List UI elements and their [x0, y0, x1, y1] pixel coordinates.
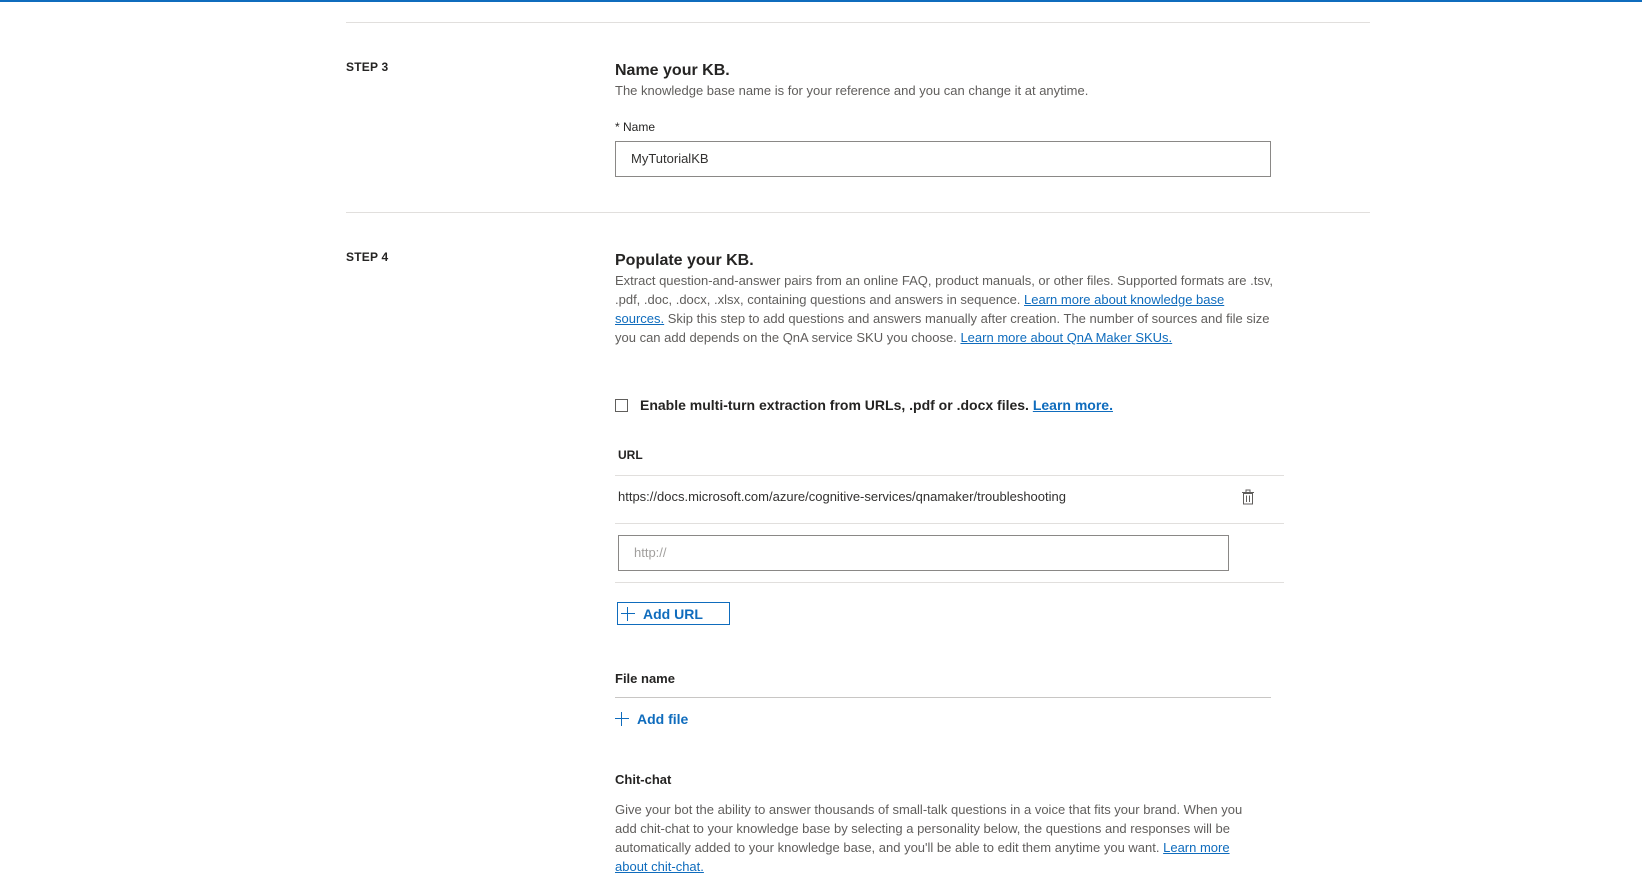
multiturn-label: Enable multi-turn extraction from URLs, … — [640, 397, 1113, 413]
qna-skus-link[interactable]: Learn more about QnA Maker SKUs. — [960, 330, 1172, 345]
add-url-label: Add URL — [643, 605, 703, 622]
name-field-label: * Name — [615, 120, 656, 134]
step3-title: Name your KB. — [615, 62, 730, 79]
add-url-button[interactable]: Add URL — [617, 602, 730, 625]
step4-description: Extract question-and-answer pairs from a… — [615, 271, 1275, 347]
section-divider — [346, 22, 1370, 23]
top-accent-bar — [0, 0, 1642, 2]
step4-label: STEP 4 — [346, 250, 389, 264]
add-file-label: Add file — [637, 711, 689, 727]
chitchat-description: Give your bot the ability to answer thou… — [615, 800, 1255, 876]
trash-icon[interactable] — [1241, 489, 1255, 505]
plus-icon — [615, 712, 629, 726]
table-row-divider — [615, 475, 1284, 476]
url-column-header: URL — [618, 448, 643, 462]
add-file-button[interactable]: Add file — [615, 711, 688, 727]
multiturn-learn-more-link[interactable]: Learn more. — [1033, 397, 1113, 413]
multiturn-checkbox[interactable] — [615, 399, 628, 412]
chitchat-description-text: Give your bot the ability to answer thou… — [615, 802, 1243, 855]
url-row-value: https://docs.microsoft.com/azure/cogniti… — [618, 489, 1066, 504]
kb-name-input[interactable]: MyTutorialKB — [615, 141, 1271, 177]
step4-title: Populate your KB. — [615, 252, 754, 269]
plus-icon — [621, 606, 635, 621]
multiturn-text: Enable multi-turn extraction from URLs, … — [640, 397, 1029, 413]
new-url-input[interactable]: http:// — [618, 535, 1229, 571]
section-divider — [346, 212, 1370, 213]
table-row-divider — [615, 523, 1284, 524]
table-row-divider — [615, 582, 1284, 583]
file-name-column-header: File name — [615, 671, 675, 686]
chitchat-title: Chit-chat — [615, 772, 672, 787]
step3-label: STEP 3 — [346, 60, 389, 74]
file-header-divider — [615, 697, 1271, 698]
step3-description: The knowledge base name is for your refe… — [615, 83, 1089, 98]
